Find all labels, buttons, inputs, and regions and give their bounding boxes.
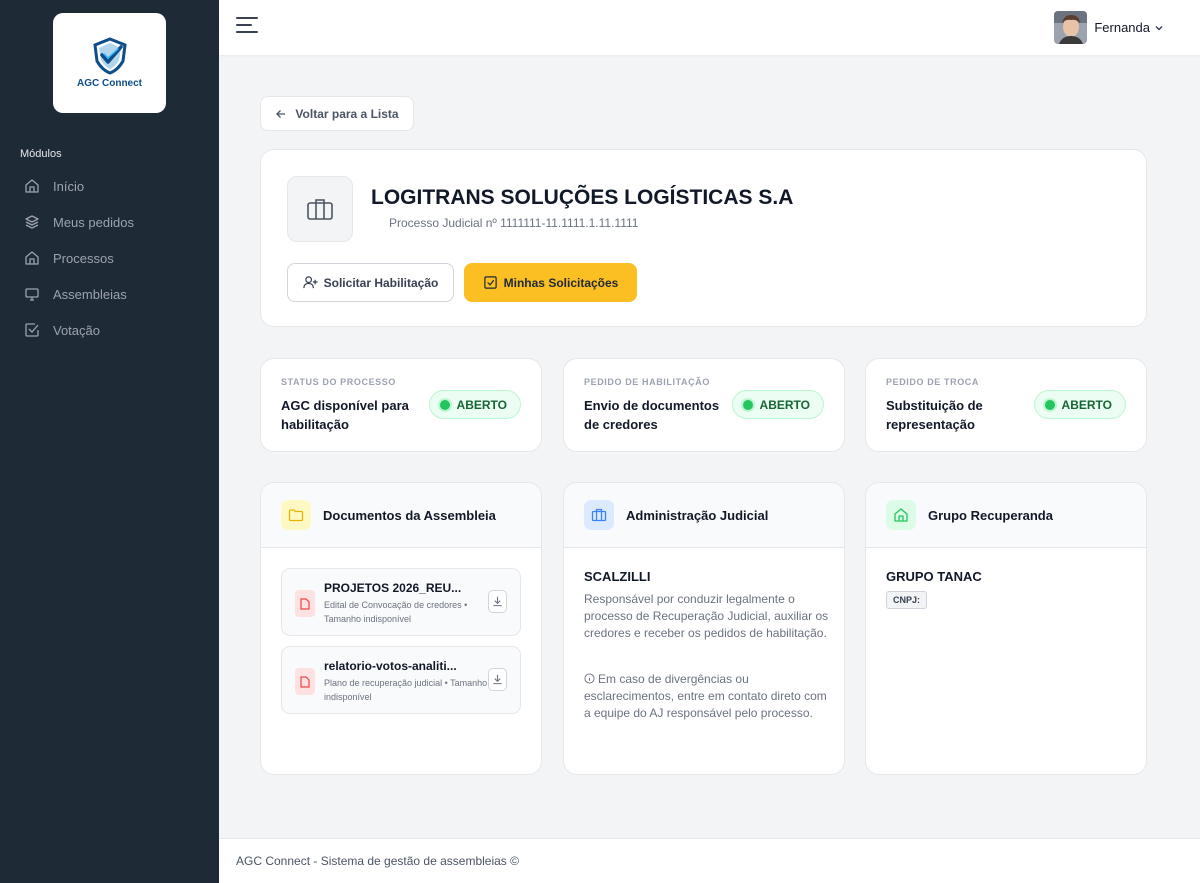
user-menu[interactable]: Fernanda <box>1054 11 1164 44</box>
status-card-value: Substituição de representação <box>886 398 983 432</box>
admin-note-text: Em caso de divergências ou esclareciment… <box>584 672 827 720</box>
download-icon <box>493 596 502 607</box>
badge-label: ABERTO <box>759 397 810 412</box>
document-name: relatorio-votos-analiti... <box>324 659 457 673</box>
panel-header: Grupo Recuperanda <box>866 483 1146 548</box>
briefcase-icon <box>287 176 353 242</box>
status-card-enablement: PEDIDO DE HABILITAÇÃO Envio de documento… <box>563 358 845 452</box>
process-number: Processo Judicial nº 1111111-11.1111.1.1… <box>389 216 639 230</box>
footer: AGC Connect - Sistema de gestão de assem… <box>219 838 1200 883</box>
sidebar-item-processos[interactable]: Processos <box>0 240 219 276</box>
panel-header: Documentos da Assembleia <box>261 483 541 548</box>
status-card-label: PEDIDO DE TROCA <box>886 377 980 387</box>
sidebar-item-meus-pedidos[interactable]: Meus pedidos <box>0 204 219 240</box>
status-card-value: Envio de documentos de credores <box>584 398 720 432</box>
layers-icon <box>25 215 39 229</box>
group-name: GRUPO TANAC <box>886 569 982 584</box>
back-to-list-button[interactable]: Voltar para a Lista <box>260 96 414 131</box>
info-icon <box>584 673 595 684</box>
document-name: PROJETOS 2026_REU... <box>324 581 462 595</box>
my-requests-label: Minhas Solicitações <box>503 275 619 290</box>
admin-description: Responsável por conduzir legalmente o pr… <box>584 592 829 640</box>
status-card-value: AGC disponível para habilitação <box>281 398 409 432</box>
check-square-icon <box>483 276 497 289</box>
status-card-label: PEDIDO DE HABILITAÇÃO <box>584 377 710 387</box>
sidebar-item-label: Processos <box>53 250 114 266</box>
badge-label: ABERTO <box>1061 397 1112 412</box>
panel-title: Grupo Recuperanda <box>928 507 1053 523</box>
sidebar-item-label: Meus pedidos <box>53 214 134 230</box>
logo-text: AGC Connect <box>77 78 142 89</box>
panel-title: Documentos da Assembleia <box>323 507 496 523</box>
admin-name: SCALZILLI <box>584 569 651 584</box>
status-dot-icon <box>439 399 450 410</box>
panel-title: Administração Judicial <box>626 507 769 523</box>
pdf-file-icon <box>295 590 315 617</box>
modules-label: Módulos <box>20 148 62 160</box>
check-square-icon <box>25 323 39 337</box>
sidebar-item-assembleias[interactable]: Assembleias <box>0 276 219 312</box>
back-button-label: Voltar para a Lista <box>295 106 399 121</box>
sidebar-nav: Início Meus pedidos Processos Assembleia… <box>0 168 219 348</box>
user-plus-icon <box>302 276 318 289</box>
process-header-card: LOGITRANS SOLUÇÕES LOGÍSTICAS S.A Proces… <box>260 149 1147 327</box>
my-requests-button[interactable]: Minhas Solicitações <box>464 263 637 302</box>
main-content: Voltar para a Lista LOGITRANS SOLUÇÕES L… <box>219 55 1200 838</box>
user-name: Fernanda <box>1094 20 1150 35</box>
download-button[interactable] <box>488 590 507 613</box>
arrow-left-icon <box>276 109 286 118</box>
company-name: LOGITRANS SOLUÇÕES LOGÍSTICAS S.A <box>371 186 794 209</box>
document-meta: Plano de recuperação judicial • Tamanho … <box>324 678 488 702</box>
status-dot-icon <box>742 399 753 410</box>
document-item[interactable]: relatorio-votos-analiti... Plano de recu… <box>281 646 521 714</box>
pdf-file-icon <box>295 668 315 695</box>
status-badge: ABERTO <box>731 390 824 419</box>
panel-header: Administração Judicial <box>564 483 844 548</box>
monitor-icon <box>25 288 39 301</box>
admin-note: Em caso de divergências ou esclareciment… <box>584 671 834 722</box>
sidebar-item-votacao[interactable]: Votação <box>0 312 219 348</box>
sidebar-item-inicio[interactable]: Início <box>0 168 219 204</box>
judicial-admin-panel: Administração Judicial SCALZILLI Respons… <box>563 482 845 775</box>
recovery-group-panel: Grupo Recuperanda GRUPO TANAC CNPJ: <box>865 482 1147 775</box>
briefcase-icon <box>584 500 614 530</box>
documents-panel: Documentos da Assembleia PROJETOS 2026_R… <box>260 482 542 775</box>
app-logo[interactable]: AGC Connect <box>53 13 166 113</box>
badge-label: ABERTO <box>456 397 507 412</box>
home-icon <box>25 251 39 265</box>
status-card-process: STATUS DO PROCESSO AGC disponível para h… <box>260 358 542 452</box>
topbar: Fernanda <box>219 0 1200 55</box>
sidebar: AGC Connect Módulos Início Meus pedidos … <box>0 0 219 883</box>
chevron-down-icon <box>1155 25 1163 30</box>
status-dot-icon <box>1044 399 1055 410</box>
shield-check-logo-icon <box>92 37 127 75</box>
document-item[interactable]: PROJETOS 2026_REU... Edital de Convocaçã… <box>281 568 521 636</box>
footer-text: AGC Connect - Sistema de gestão de assem… <box>236 854 519 868</box>
download-icon <box>493 674 502 685</box>
status-card-exchange: PEDIDO DE TROCA Substituição de represen… <box>865 358 1147 452</box>
sidebar-item-label: Início <box>53 178 85 194</box>
status-card-label: STATUS DO PROCESSO <box>281 377 396 387</box>
document-meta: Edital de Convocação de credores • Taman… <box>324 600 468 624</box>
sidebar-item-label: Assembleias <box>53 286 127 302</box>
cnpj-badge: CNPJ: <box>886 591 928 609</box>
status-badge: ABERTO <box>1033 390 1126 419</box>
request-enablement-button[interactable]: Solicitar Habilitação <box>287 263 454 302</box>
request-button-label: Solicitar Habilitação <box>323 275 439 290</box>
home-icon <box>25 179 39 193</box>
status-badge: ABERTO <box>428 390 521 419</box>
avatar <box>1054 11 1088 44</box>
home-icon <box>886 500 916 530</box>
folder-icon <box>281 500 311 530</box>
menu-toggle-icon[interactable] <box>236 17 258 37</box>
download-button[interactable] <box>488 668 507 691</box>
sidebar-item-label: Votação <box>53 322 100 338</box>
